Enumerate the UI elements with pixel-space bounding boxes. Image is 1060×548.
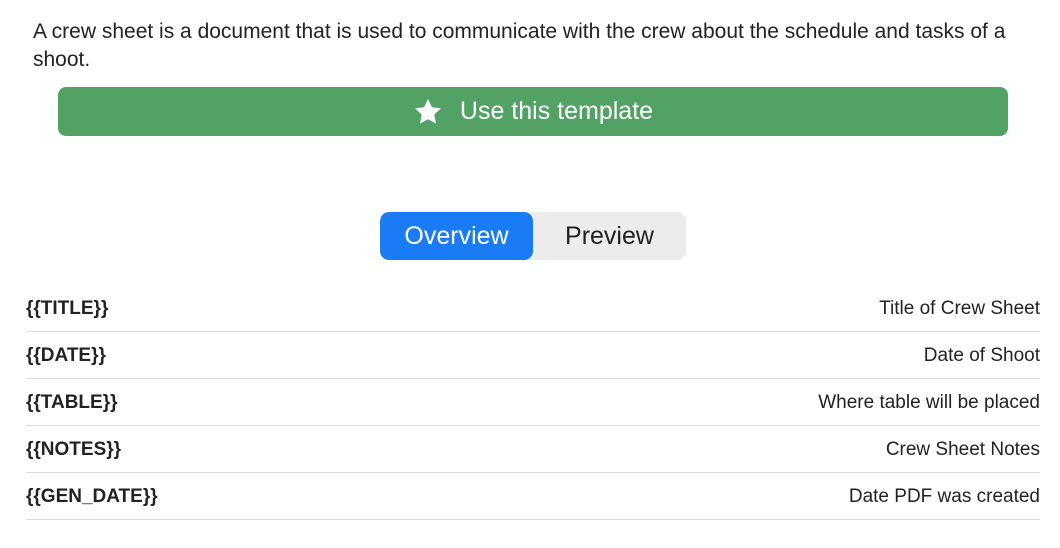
- use-template-label: Use this template: [459, 97, 654, 125]
- variable-name: {{NOTES}}: [26, 439, 122, 460]
- variable-description: Date PDF was created: [848, 486, 1040, 507]
- variable-description: Title of Crew Sheet: [879, 298, 1040, 319]
- variable-name: {{DATE}}: [26, 345, 106, 366]
- list-item: {{TITLE}} Title of Crew Sheet: [26, 285, 1040, 332]
- variable-description: Date of Shoot: [923, 345, 1040, 366]
- template-description: A crew sheet is a document that is used …: [33, 20, 1006, 71]
- variable-name: {{TITLE}}: [26, 298, 109, 319]
- template-variables-list: {{TITLE}} Title of Crew Sheet {{DATE}} D…: [26, 285, 1040, 520]
- use-template-button[interactable]: Use this template: [58, 87, 1008, 136]
- list-item: {{NOTES}} Crew Sheet Notes: [26, 426, 1040, 473]
- variable-name: {{GEN_DATE}}: [26, 486, 158, 507]
- star-icon: [413, 97, 443, 127]
- variable-description: Where table will be placed: [818, 392, 1040, 413]
- list-item: {{GEN_DATE}} Date PDF was created: [26, 473, 1040, 520]
- list-item: {{TABLE}} Where table will be placed: [26, 379, 1040, 426]
- tab-overview[interactable]: Overview: [380, 212, 533, 260]
- variable-name: {{TABLE}}: [26, 392, 118, 413]
- list-item: {{DATE}} Date of Shoot: [26, 332, 1040, 379]
- variable-description: Crew Sheet Notes: [885, 439, 1040, 460]
- tab-preview[interactable]: Preview: [533, 212, 686, 260]
- view-segmented-control: Overview Preview: [380, 212, 686, 260]
